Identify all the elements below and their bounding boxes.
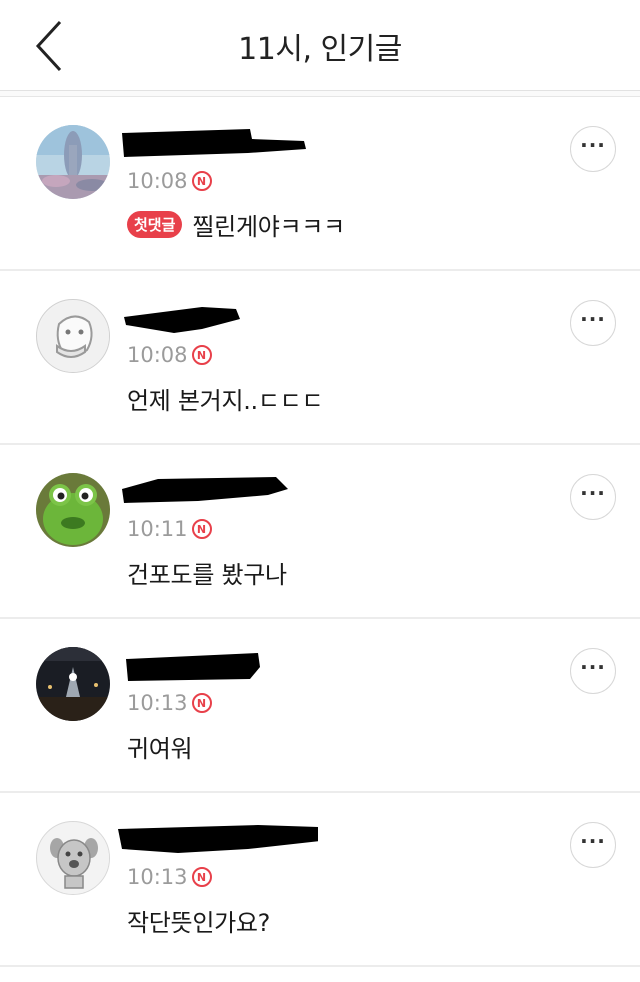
default-face-avatar[interactable] — [36, 299, 110, 373]
dog-avatar[interactable] — [36, 821, 110, 895]
app-header: 11시, 인기글 — [0, 0, 640, 91]
page-title: 11시, 인기글 — [238, 32, 402, 67]
new-badge-icon: N — [191, 867, 212, 887]
comment-text: 귀여워 — [127, 735, 193, 763]
comment-meta: 10:13 N — [127, 689, 212, 717]
comment-body: 언제 본거지..ㄷㄷㄷ — [127, 381, 324, 416]
comment-meta: 10:11 N — [127, 515, 212, 543]
first-comment-badge: 첫댓글 — [127, 211, 183, 238]
new-badge-icon: N — [191, 519, 212, 539]
comment-body: 작단뜻인가요? — [127, 903, 270, 938]
redacted-username — [126, 653, 260, 681]
comment-item: 10:13 N 귀여워 ··· — [0, 619, 640, 793]
comment-meta: 10:08 N — [127, 341, 212, 369]
comment-item: 10:08 N 첫댓글 찔린게야ㅋㅋㅋ ··· — [0, 97, 640, 271]
more-dots-icon: ··· — [580, 829, 606, 853]
comment-meta: 10:13 N — [127, 863, 212, 891]
comment-text: 작단뜻인가요? — [127, 909, 271, 937]
comment-item: 10:08 N 언제 본거지..ㄷㄷㄷ ··· — [0, 271, 640, 445]
comment-item: 10:11 N 건포도를 봤구나 ··· — [0, 445, 640, 619]
new-badge-icon: N — [191, 171, 212, 191]
more-dots-icon: ··· — [580, 133, 606, 157]
comment-body: 귀여워 — [127, 729, 193, 764]
redacted-username — [122, 129, 306, 157]
more-options-button[interactable]: ··· — [570, 648, 616, 694]
more-dots-icon: ··· — [580, 307, 606, 331]
more-dots-icon: ··· — [580, 655, 606, 679]
more-options-button[interactable]: ··· — [570, 822, 616, 868]
new-badge-icon: N — [191, 693, 212, 713]
redacted-username — [118, 825, 318, 853]
comment-text: 건포도를 봤구나 — [127, 561, 287, 589]
comment-meta: 10:08 N — [127, 167, 212, 195]
comment-time: 10:08 — [127, 343, 188, 367]
comment-time: 10:08 — [127, 169, 188, 193]
comment-text: 찔린게야ㅋㅋㅋ — [192, 213, 345, 241]
comment-time: 10:11 — [127, 517, 188, 541]
comment-text: 언제 본거지..ㄷㄷㄷ — [127, 387, 324, 415]
landscape-avatar[interactable] — [36, 125, 110, 199]
more-dots-icon: ··· — [580, 481, 606, 505]
redacted-username — [122, 477, 288, 503]
concert-avatar[interactable] — [36, 647, 110, 721]
comment-item: 10:13 N 작단뜻인가요? ··· — [0, 793, 640, 967]
more-options-button[interactable]: ··· — [570, 474, 616, 520]
comment-list: 10:08 N 첫댓글 찔린게야ㅋㅋㅋ ··· 10:08 N 언제 본거지..… — [0, 97, 640, 967]
frog-avatar[interactable] — [36, 473, 110, 547]
comment-time: 10:13 — [127, 691, 188, 715]
comment-body: 건포도를 봤구나 — [127, 555, 287, 590]
redacted-username — [124, 307, 240, 333]
more-options-button[interactable]: ··· — [570, 300, 616, 346]
comment-time: 10:13 — [127, 865, 188, 889]
comment-body: 첫댓글 찔린게야ㅋㅋㅋ — [127, 207, 345, 242]
more-options-button[interactable]: ··· — [570, 126, 616, 172]
new-badge-icon: N — [191, 345, 212, 365]
